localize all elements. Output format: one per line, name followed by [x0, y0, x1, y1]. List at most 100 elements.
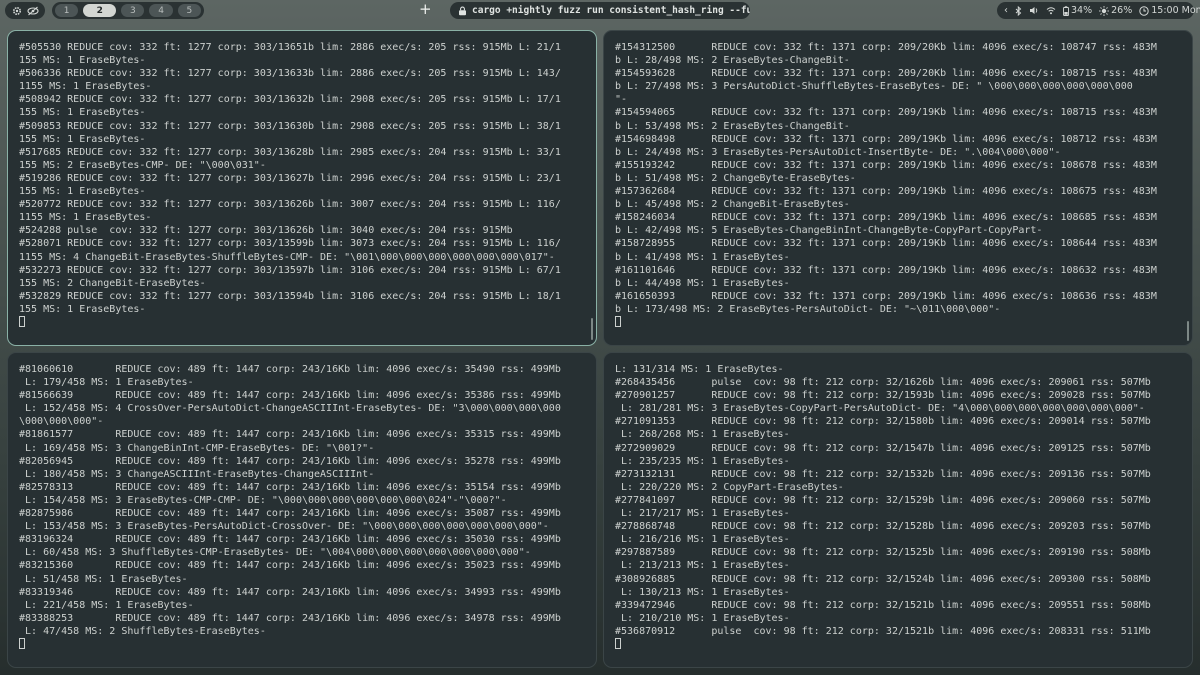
terminal-line: #524288 pulse cov: 332 ft: 1277 corp: 30… [19, 225, 513, 237]
terminal-line: L: 60/458 MS: 3 ShuffleBytes-CMP-EraseBy… [19, 547, 531, 559]
terminal-pane-bottom-right[interactable]: L: 131/314 MS: 1 EraseBytes- #268435456 … [603, 352, 1193, 668]
terminal-line: b L: 28/498 MS: 2 EraseBytes-ChangeBit- [615, 55, 850, 67]
terminal-line: L: 210/210 MS: 1 EraseBytes- [615, 612, 790, 624]
terminal-cursor [615, 315, 621, 327]
terminal-line: #83215360 REDUCE cov: 489 ft: 1447 corp:… [19, 560, 561, 572]
terminal-pane-bottom-left[interactable]: #81060610 REDUCE cov: 489 ft: 1447 corp:… [7, 352, 597, 668]
workspace-5-button[interactable]: 5 [177, 4, 202, 17]
terminal-line: L: 131/314 MS: 1 EraseBytes- [615, 364, 784, 375]
terminal-line: #154698498 REDUCE cov: 332 ft: 1371 corp… [615, 133, 1157, 145]
workspace-3-button[interactable]: 3 [121, 4, 145, 17]
terminal-output: #81060610 REDUCE cov: 489 ft: 1447 corp:… [8, 353, 596, 651]
chevron-left-icon[interactable]: ‹ [1004, 5, 1008, 16]
terminal-line: \000\000\000"- [19, 416, 104, 428]
scrollbar[interactable] [1187, 321, 1189, 341]
terminal-line: L: 152/458 MS: 4 CrossOver-PersAutoDict-… [19, 403, 561, 415]
terminal-line: L: 154/458 MS: 3 EraseBytes-CMP-CMP- DE:… [19, 494, 507, 506]
terminal-line: #505530 REDUCE cov: 332 ft: 1277 corp: 3… [19, 42, 561, 53]
window-title: cargo +nightly fuzz run consistent_hash_… [472, 5, 750, 16]
terminal-line: L: 235/235 MS: 1 EraseBytes- [615, 455, 790, 467]
terminal-line: #339472946 REDUCE cov: 98 ft: 212 corp: … [615, 599, 1151, 611]
clock[interactable]: 15:00 Mon [1139, 5, 1200, 16]
system-pill [5, 2, 45, 19]
workspace-4-button[interactable]: 4 [149, 4, 173, 17]
clock-icon [1139, 5, 1149, 16]
terminal-line: 155 MS: 1 EraseBytes- [19, 55, 146, 67]
terminal-line: #154593628 REDUCE cov: 332 ft: 1371 corp… [615, 68, 1157, 80]
terminal-cursor [615, 637, 621, 649]
wifi-icon[interactable] [1046, 6, 1056, 15]
terminal-line: #161101646 REDUCE cov: 332 ft: 1371 corp… [615, 264, 1157, 276]
crosshair-cursor-icon: + [419, 0, 432, 18]
terminal-line: #158728955 REDUCE cov: 332 ft: 1371 corp… [615, 238, 1157, 250]
terminal-line: #81060610 REDUCE cov: 489 ft: 1447 corp:… [19, 364, 561, 375]
eye-off-icon[interactable] [26, 6, 39, 16]
terminal-line: #83388253 REDUCE cov: 489 ft: 1447 corp:… [19, 612, 561, 624]
terminal-line: b L: 41/498 MS: 1 EraseBytes- [615, 251, 790, 263]
terminal-pane-top-right[interactable]: #154312500 REDUCE cov: 332 ft: 1371 corp… [603, 30, 1193, 346]
scrollbar[interactable] [591, 318, 593, 340]
terminal-line: 155 MS: 1 EraseBytes- [19, 186, 146, 198]
terminal-line: #273132131 REDUCE cov: 98 ft: 212 corp: … [615, 468, 1151, 480]
volume-icon[interactable] [1029, 6, 1039, 15]
terminal-line: b L: 24/498 MS: 3 EraseBytes-PersAutoDic… [615, 146, 1061, 158]
terminal-line: #82056945 REDUCE cov: 489 ft: 1447 corp:… [19, 455, 561, 467]
terminal-line: L: 213/213 MS: 1 EraseBytes- [615, 560, 790, 572]
terminal-line: L: 51/458 MS: 1 EraseBytes- [19, 573, 188, 585]
gear-icon[interactable] [12, 6, 22, 16]
terminal-line: b L: 173/498 MS: 2 EraseBytes-PersAutoDi… [615, 303, 1001, 315]
workspace-2-button[interactable]: 2 [83, 4, 117, 17]
terminal-line: L: 217/217 MS: 1 EraseBytes- [615, 508, 790, 520]
window-title-pill[interactable]: cargo +nightly fuzz run consistent_hash_… [450, 2, 750, 19]
terminal-line: #83196324 REDUCE cov: 489 ft: 1447 corp:… [19, 534, 561, 546]
terminal-line: L: 179/458 MS: 1 EraseBytes- [19, 377, 194, 389]
bluetooth-icon[interactable] [1015, 5, 1022, 16]
lock-icon [458, 6, 467, 16]
terminal-line: 155 MS: 2 EraseBytes-CMP- DE: "\000\031"… [19, 159, 266, 171]
terminal-cursor [19, 637, 25, 649]
terminal-line: #508942 REDUCE cov: 332 ft: 1277 corp: 3… [19, 94, 561, 106]
terminal-line: #517685 REDUCE cov: 332 ft: 1277 corp: 3… [19, 146, 561, 158]
terminal-line: #268435456 pulse cov: 98 ft: 212 corp: 3… [615, 377, 1151, 389]
terminal-line: #506336 REDUCE cov: 332 ft: 1277 corp: 3… [19, 68, 561, 80]
brightness-level: 26% [1111, 5, 1133, 16]
terminal-line: L: 47/458 MS: 2 ShuffleBytes-EraseBytes- [19, 625, 266, 637]
terminal-line: 155 MS: 1 EraseBytes- [19, 107, 146, 119]
workspace-1-button[interactable]: 1 [55, 4, 79, 17]
terminal-line: #82875986 REDUCE cov: 489 ft: 1447 corp:… [19, 508, 561, 520]
terminal-line: #158246034 REDUCE cov: 332 ft: 1371 corp… [615, 212, 1157, 224]
terminal-line: #532273 REDUCE cov: 332 ft: 1277 corp: 3… [19, 264, 561, 276]
battery-level: 34% [1071, 5, 1093, 16]
terminal-line: 1155 MS: 1 EraseBytes- [19, 81, 152, 93]
terminal-line: L: 180/458 MS: 3 ChangeASCIIInt-EraseByt… [19, 468, 375, 480]
terminal-pane-top-left[interactable]: #505530 REDUCE cov: 332 ft: 1277 corp: 3… [7, 30, 597, 346]
terminal-line: #509853 REDUCE cov: 332 ft: 1277 corp: 3… [19, 120, 561, 132]
terminal-line: #308926885 REDUCE cov: 98 ft: 212 corp: … [615, 573, 1151, 585]
top-bar: 1 2 3 4 5 + cargo +nightly fuzz run cons… [0, 0, 1200, 22]
terminal-line: 1155 MS: 1 EraseBytes- [19, 212, 152, 224]
brightness-indicator[interactable]: 26% [1099, 5, 1132, 16]
terminal-line: 155 MS: 2 ChangeBit-EraseBytes- [19, 277, 206, 289]
terminal-line: #161650393 REDUCE cov: 332 ft: 1371 corp… [615, 290, 1157, 302]
terminal-line: b L: 27/498 MS: 3 PersAutoDict-ShuffleBy… [615, 81, 1133, 93]
terminal-line: #272909029 REDUCE cov: 98 ft: 212 corp: … [615, 442, 1151, 454]
terminal-line: #83319346 REDUCE cov: 489 ft: 1447 corp:… [19, 586, 561, 598]
terminal-line: 155 MS: 1 EraseBytes- [19, 133, 146, 145]
terminal-line: #157362684 REDUCE cov: 332 ft: 1371 corp… [615, 186, 1157, 198]
terminal-line: #154312500 REDUCE cov: 332 ft: 1371 corp… [615, 42, 1157, 53]
terminal-line: #277841097 REDUCE cov: 98 ft: 212 corp: … [615, 494, 1151, 506]
battery-icon [1063, 5, 1069, 16]
brightness-icon [1099, 5, 1110, 16]
workspace-switcher: 1 2 3 4 5 [52, 2, 204, 19]
terminal-line: #278868748 REDUCE cov: 98 ft: 212 corp: … [615, 521, 1151, 533]
terminal-line: L: 169/458 MS: 3 ChangeBinInt-CMP-EraseB… [19, 442, 375, 454]
terminal-line: L: 130/213 MS: 1 EraseBytes- [615, 586, 790, 598]
terminal-line: L: 153/458 MS: 3 EraseBytes-PersAutoDict… [19, 521, 549, 533]
status-pill: ‹ 34% 26% 15:00 Mon [997, 2, 1200, 19]
terminal-line: L: 216/216 MS: 1 EraseBytes- [615, 534, 790, 546]
battery-indicator[interactable]: 34% [1063, 5, 1092, 16]
terminal-line: #532829 REDUCE cov: 332 ft: 1277 corp: 3… [19, 290, 561, 302]
terminal-output: #505530 REDUCE cov: 332 ft: 1277 corp: 3… [8, 31, 596, 329]
clock-text: 15:00 Mon [1151, 5, 1200, 16]
terminal-output: #154312500 REDUCE cov: 332 ft: 1371 corp… [604, 31, 1192, 329]
